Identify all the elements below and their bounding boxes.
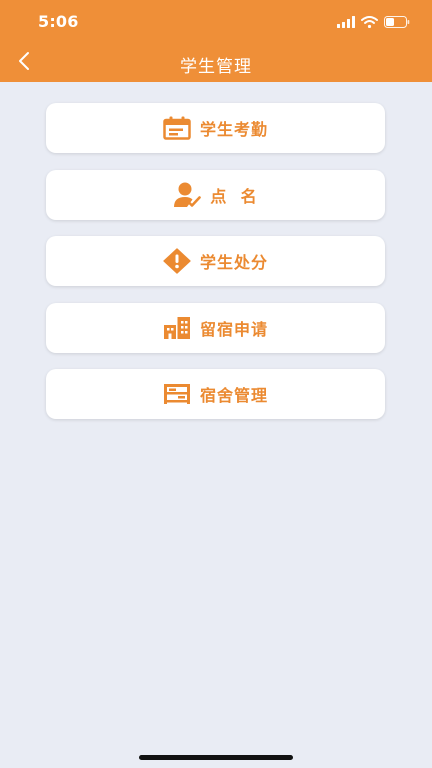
status-bar: 5:06 (0, 0, 432, 44)
page-title: 学生管理 (180, 57, 252, 77)
student-management-menu: 学生考勤 点 名 学生处分 留宿申请 宿舍管理 (46, 103, 385, 436)
menu-item-label: 留宿申请 (199, 319, 268, 339)
roll-call-person-check-icon (173, 182, 202, 208)
menu-item-label: 宿舍管理 (199, 386, 268, 405)
navbar: 学生管理 (0, 44, 432, 82)
menu-item-dormitory[interactable]: 宿舍管理 (46, 369, 385, 419)
wifi-icon (361, 13, 378, 32)
app-header: 5:06 学生管理 (0, 0, 432, 82)
menu-item-label: 学生考勤 (199, 120, 268, 139)
buildings-icon (163, 315, 191, 341)
dormitory-bed-icon (163, 381, 191, 407)
battery-icon (384, 13, 410, 32)
menu-item-overnight-application[interactable]: 留宿申请 (46, 302, 385, 353)
signal-icon (337, 13, 355, 32)
menu-item-discipline[interactable]: 学生处分 (46, 236, 385, 286)
menu-item-attendance[interactable]: 学生考勤 (46, 103, 385, 153)
attendance-calendar-icon (163, 115, 191, 141)
status-time: 5:06 (38, 12, 79, 31)
home-indicator[interactable] (139, 755, 293, 760)
warning-diamond-icon (163, 248, 191, 274)
menu-item-roll-call[interactable]: 点 名 (46, 169, 385, 220)
menu-item-label: 点 名 (210, 186, 258, 206)
status-icons (337, 14, 410, 30)
menu-item-label: 学生处分 (199, 253, 268, 272)
